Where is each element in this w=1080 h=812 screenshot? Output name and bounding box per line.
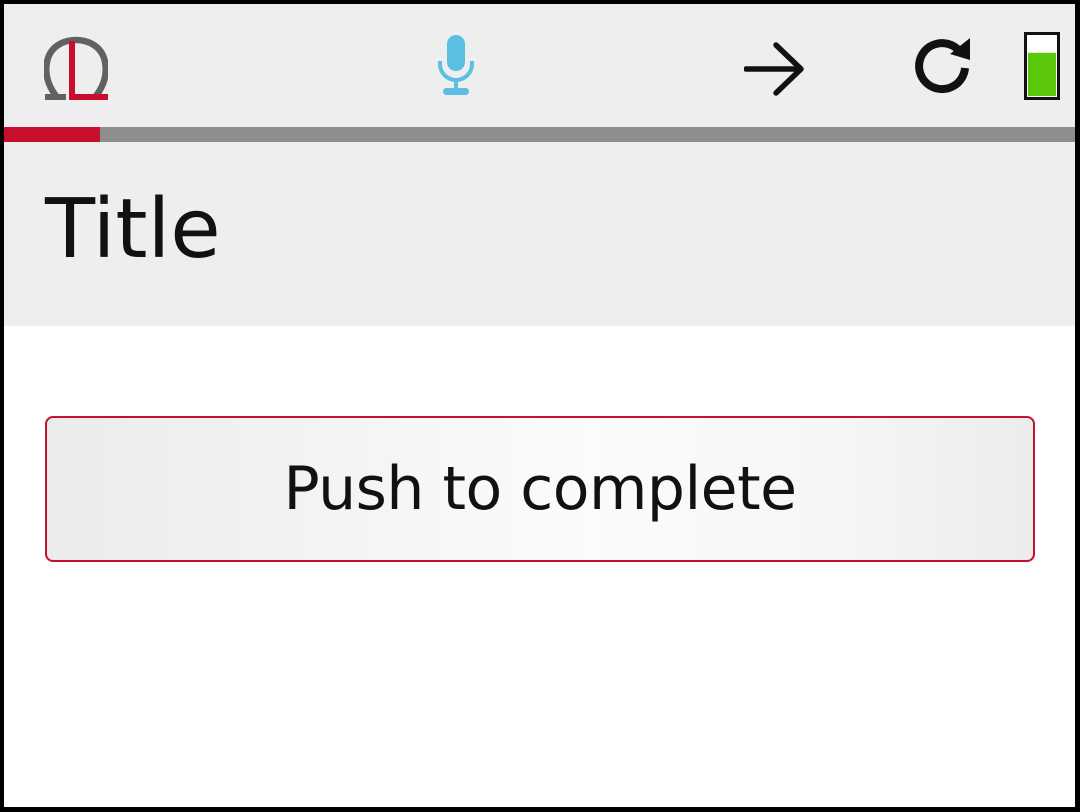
push-to-complete-button[interactable]: Push to complete: [45, 416, 1035, 562]
push-to-complete-label: Push to complete: [283, 454, 797, 524]
battery-icon: [1024, 32, 1060, 100]
omega-logo-icon[interactable]: [44, 36, 108, 100]
app-screen: Title Push to complete: [4, 4, 1075, 807]
page-title: Title: [45, 182, 221, 277]
title-bar: Title: [4, 142, 1075, 326]
microphone-icon[interactable]: [432, 34, 480, 98]
progress-bar: [4, 127, 1075, 142]
battery-level: [1028, 52, 1056, 96]
arrow-right-icon[interactable]: [744, 41, 806, 97]
progress-fill: [4, 127, 101, 142]
refresh-icon[interactable]: [910, 34, 974, 98]
top-toolbar: [4, 4, 1075, 127]
